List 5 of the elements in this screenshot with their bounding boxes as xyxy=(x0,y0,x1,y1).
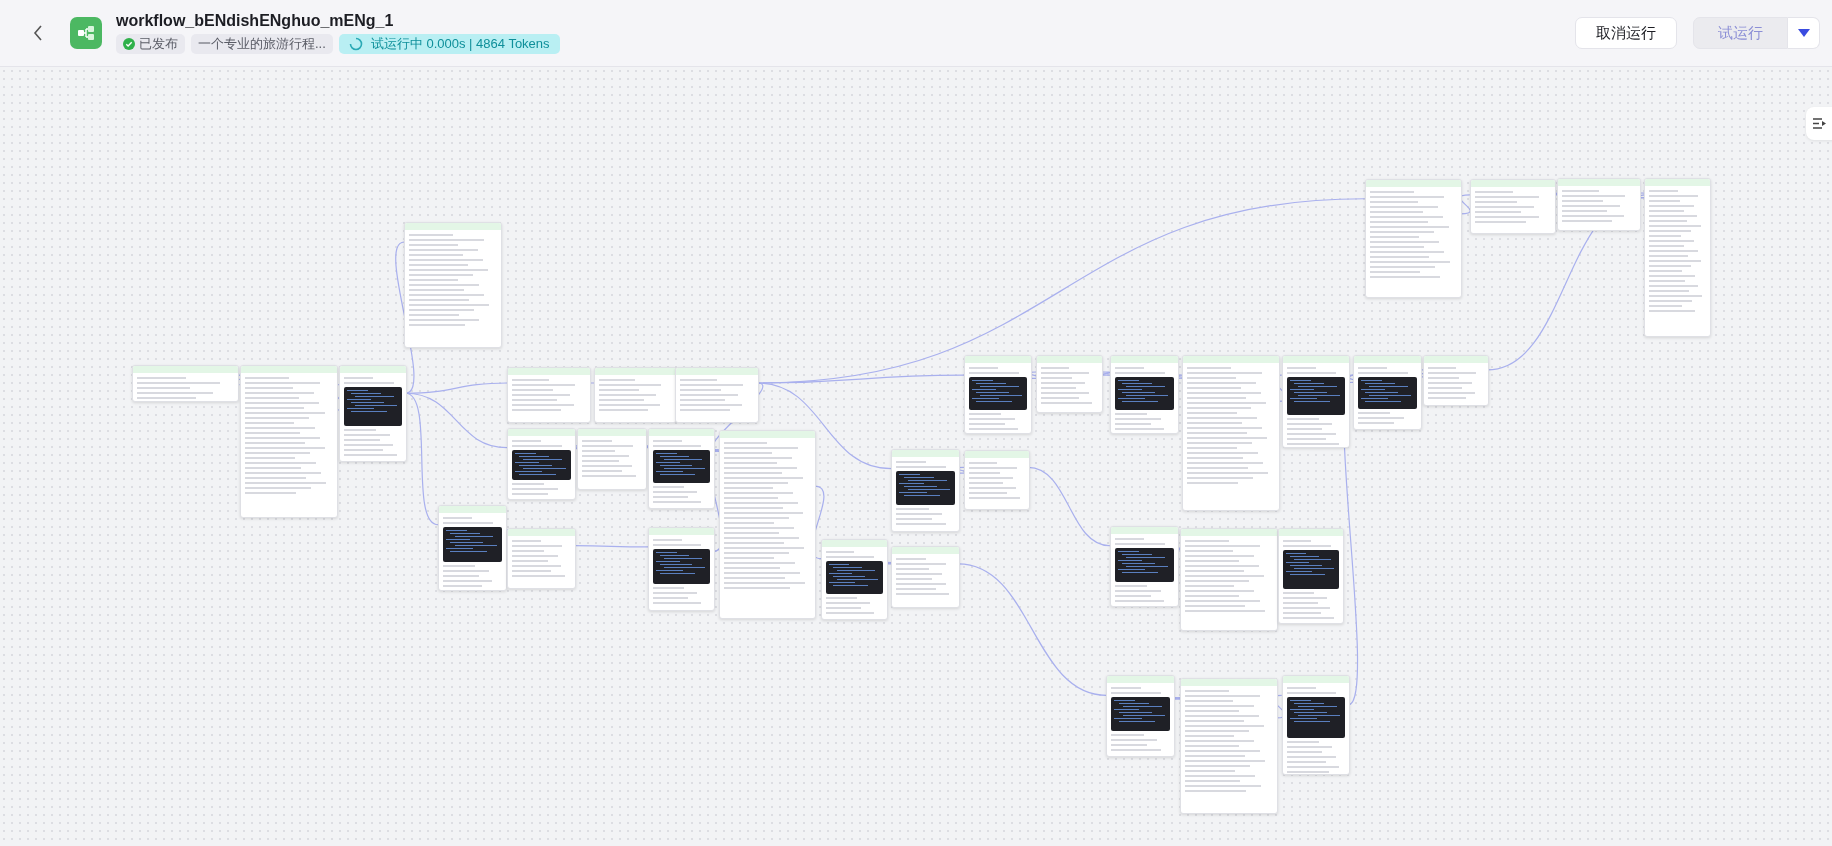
description-tag: 一个专业的旅游行程... xyxy=(191,34,333,54)
workflow-title: workflow_bENdishENghuo_mENg_1 xyxy=(116,12,395,30)
cancel-run-button[interactable]: 取消运行 xyxy=(1575,17,1677,49)
run-status-badge: 试运行中 0.000s | 4864 Tokens xyxy=(338,34,560,54)
status-badge: 已发布 xyxy=(116,34,185,54)
